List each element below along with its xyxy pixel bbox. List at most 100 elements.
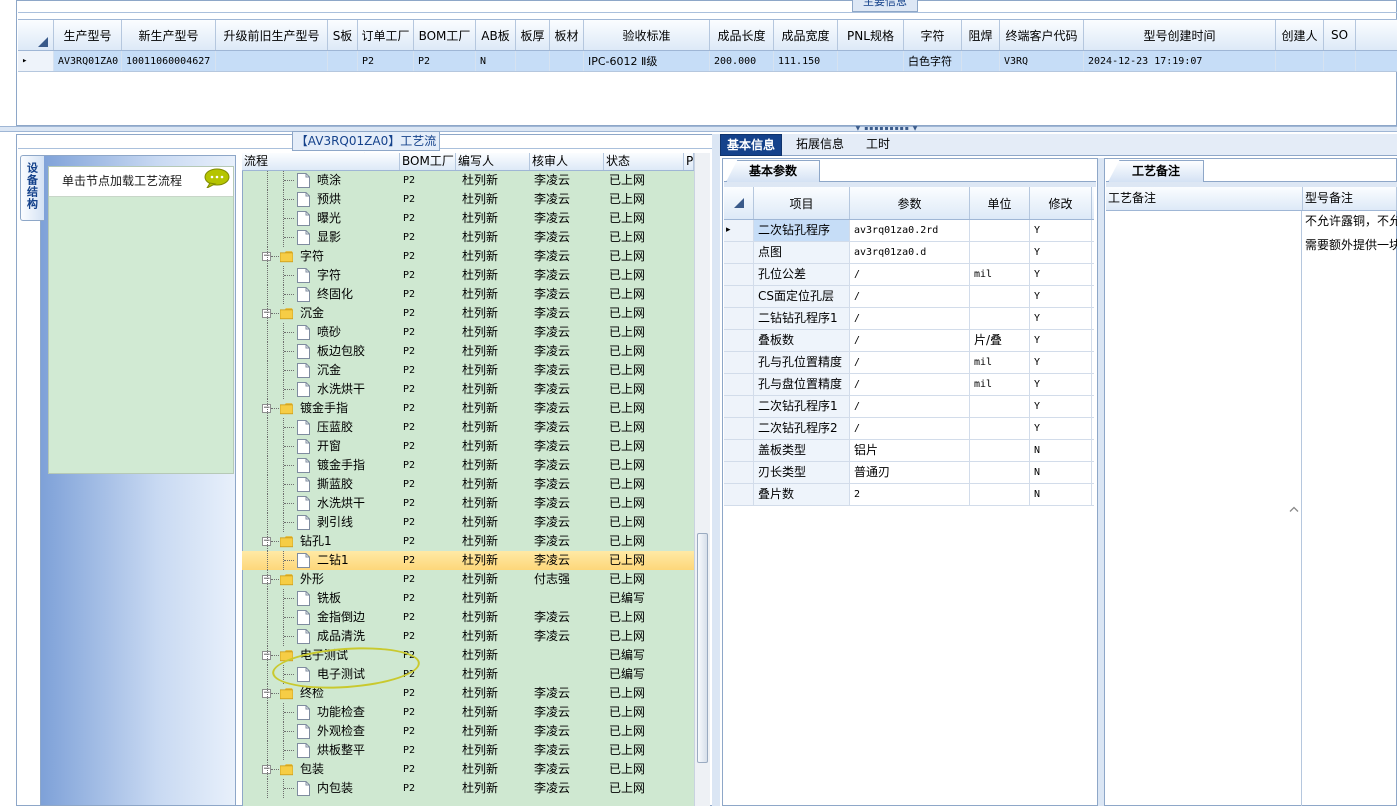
main-grid-row[interactable]: ▸ AV3RQ01ZA0 10011060004627 P2 P2 N IPC-6012 Ⅱ…	[18, 51, 1397, 72]
tree-node[interactable]: 功能检查	[242, 703, 400, 722]
tree-node[interactable]: − 钻孔1	[242, 532, 400, 551]
tree-col-header[interactable]: 状态	[604, 153, 684, 170]
splitter-grip-icon[interactable]: ▼ ▪▪▪▪▪▪▪▪▪ ▼	[852, 126, 922, 132]
param-value-cell[interactable]: 2	[850, 484, 970, 505]
tree-row[interactable]: 显影 P2 杜列新 李凌云 已上网	[242, 228, 694, 247]
col-header[interactable]: 成品宽度	[774, 20, 838, 50]
col-header[interactable]: 订单工厂	[358, 20, 414, 50]
param-item-cell[interactable]: CS面定位孔层	[754, 286, 850, 307]
speech-bubble-icon[interactable]	[204, 168, 230, 188]
param-row[interactable]: 叠板数 / 片/叠 Y	[724, 330, 1094, 352]
process-notes-tab[interactable]: 工艺备注	[1108, 160, 1204, 182]
param-unit-cell[interactable]	[970, 220, 1030, 241]
tree-row[interactable]: − 钻孔1 P2 杜列新 李凌云 已上网	[242, 532, 694, 551]
tree-row[interactable]: 终固化 P2 杜列新 李凌云 已上网	[242, 285, 694, 304]
structure-tree-box[interactable]: 单击节点加载工艺流程	[48, 166, 234, 474]
grid-cell[interactable]: P2	[414, 51, 476, 71]
tree-row[interactable]: 喷涂 P2 杜列新 李凌云 已上网	[242, 171, 694, 190]
grid-cell[interactable]	[328, 51, 358, 71]
param-modify-cell[interactable]: Y	[1030, 374, 1092, 395]
param-unit-cell[interactable]	[970, 462, 1030, 483]
grid-cell[interactable]: V3RQ	[1000, 51, 1084, 71]
grid-cell[interactable]: 111.150	[774, 51, 838, 71]
tree-node[interactable]: 字符	[242, 266, 400, 285]
param-value-cell[interactable]: 铝片	[850, 440, 970, 461]
param-modify-cell[interactable]: N	[1030, 484, 1092, 505]
param-row[interactable]: ▸ 二次钻孔程序 av3rq01za0.2rd Y	[724, 220, 1094, 242]
grid-cell[interactable]	[1276, 51, 1324, 71]
tree-col-header[interactable]: 核审人	[530, 153, 604, 170]
grid-cell[interactable]	[838, 51, 904, 71]
equipment-structure-tab[interactable]: 设备结构	[20, 155, 44, 221]
tree-row[interactable]: 内包装 P2 杜列新 李凌云 已上网	[242, 779, 694, 798]
param-modify-cell[interactable]: Y	[1030, 220, 1092, 241]
param-value-cell[interactable]: /	[850, 286, 970, 307]
param-value-cell[interactable]: 普通刃	[850, 462, 970, 483]
tree-row[interactable]: 成品清洗 P2 杜列新 李凌云 已上网	[242, 627, 694, 646]
scroll-up-icon[interactable]	[1287, 213, 1301, 806]
grid-cell[interactable]: AV3RQ01ZA0	[54, 51, 122, 71]
param-item-cell[interactable]: 二次钻孔程序	[754, 220, 850, 241]
param-value-cell[interactable]: av3rq01za0.d	[850, 242, 970, 263]
tree-node[interactable]: 开窗	[242, 437, 400, 456]
tree-node[interactable]: 板边包胶	[242, 342, 400, 361]
col-header[interactable]: 创建人	[1276, 20, 1324, 50]
col-header[interactable]: PNL规格	[838, 20, 904, 50]
col-header[interactable]: BOM工厂	[414, 20, 476, 50]
tree-row[interactable]: 镀金手指 P2 杜列新 李凌云 已上网	[242, 456, 694, 475]
tree-node[interactable]: 显影	[242, 228, 400, 247]
col-header[interactable]: 成品长度	[710, 20, 774, 50]
col-header[interactable]: AB板	[476, 20, 516, 50]
grid-cell[interactable]: 2024-12-23 17:19:07	[1084, 51, 1276, 71]
param-value-cell[interactable]: /	[850, 396, 970, 417]
tree-row[interactable]: 铣板 P2 杜列新 已编写	[242, 589, 694, 608]
param-modify-cell[interactable]: Y	[1030, 242, 1092, 263]
tree-node[interactable]: 喷砂	[242, 323, 400, 342]
tree-row[interactable]: 喷砂 P2 杜列新 李凌云 已上网	[242, 323, 694, 342]
param-modify-cell[interactable]: Y	[1030, 352, 1092, 373]
param-value-cell[interactable]: av3rq01za0.2rd	[850, 220, 970, 241]
param-modify-cell[interactable]: Y	[1030, 330, 1092, 351]
param-modify-cell[interactable]: N	[1030, 462, 1092, 483]
param-row[interactable]: 点图 av3rq01za0.d Y	[724, 242, 1094, 264]
tree-col-header[interactable]: BOM工厂	[400, 153, 456, 170]
tree-row[interactable]: − 镀金手指 P2 杜列新 李凌云 已上网	[242, 399, 694, 418]
col-header[interactable]: 阻焊	[962, 20, 1000, 50]
col-process-notes[interactable]: 工艺备注	[1106, 187, 1303, 210]
grid-cell[interactable]	[550, 51, 584, 71]
tree-scrollbar[interactable]	[694, 153, 710, 806]
param-value-cell[interactable]: /	[850, 374, 970, 395]
grid-cell[interactable]: N	[476, 51, 516, 71]
tree-node[interactable]: − 字符	[242, 247, 400, 266]
param-modify-cell[interactable]: Y	[1030, 396, 1092, 417]
tree-node[interactable]: − 沉金	[242, 304, 400, 323]
tree-node[interactable]: 曝光	[242, 209, 400, 228]
param-unit-cell[interactable]	[970, 396, 1030, 417]
param-item-cell[interactable]: 孔位公差	[754, 264, 850, 285]
col-header[interactable]: 板厚	[516, 20, 550, 50]
col-header[interactable]: 生产型号	[54, 20, 122, 50]
process-notes-textbox[interactable]	[1106, 211, 1302, 806]
param-row[interactable]: 刃长类型 普通刃 N	[724, 462, 1094, 484]
param-unit-cell[interactable]	[970, 286, 1030, 307]
scrollbar-thumb[interactable]	[697, 533, 708, 763]
tree-row[interactable]: 金指倒边 P2 杜列新 李凌云 已上网	[242, 608, 694, 627]
param-item-cell[interactable]: 点图	[754, 242, 850, 263]
param-item-cell[interactable]: 孔与盘位置精度	[754, 374, 850, 395]
grid-cell[interactable]: 白色字符	[904, 51, 962, 71]
tree-row[interactable]: − 包装 P2 杜列新 李凌云 已上网	[242, 760, 694, 779]
param-row[interactable]: 盖板类型 铝片 N	[724, 440, 1094, 462]
grid-cell[interactable]	[216, 51, 328, 71]
param-item-cell[interactable]: 二次钻孔程序1	[754, 396, 850, 417]
param-unit-cell[interactable]: mil	[970, 374, 1030, 395]
param-item-cell[interactable]: 刃长类型	[754, 462, 850, 483]
param-unit-cell[interactable]: mil	[970, 352, 1030, 373]
tree-row[interactable]: − 沉金 P2 杜列新 李凌云 已上网	[242, 304, 694, 323]
tree-node[interactable]: 二钻1	[242, 551, 400, 570]
col-header[interactable]: SO	[1324, 20, 1356, 50]
tree-node[interactable]: 剥引线	[242, 513, 400, 532]
process-flow-tab[interactable]: 【AV3RQ01ZA0】工艺流程	[292, 131, 440, 166]
col-param[interactable]: 参数	[850, 187, 970, 219]
vertical-splitter[interactable]	[712, 134, 720, 806]
param-row[interactable]: 孔与孔位置精度 / mil Y	[724, 352, 1094, 374]
